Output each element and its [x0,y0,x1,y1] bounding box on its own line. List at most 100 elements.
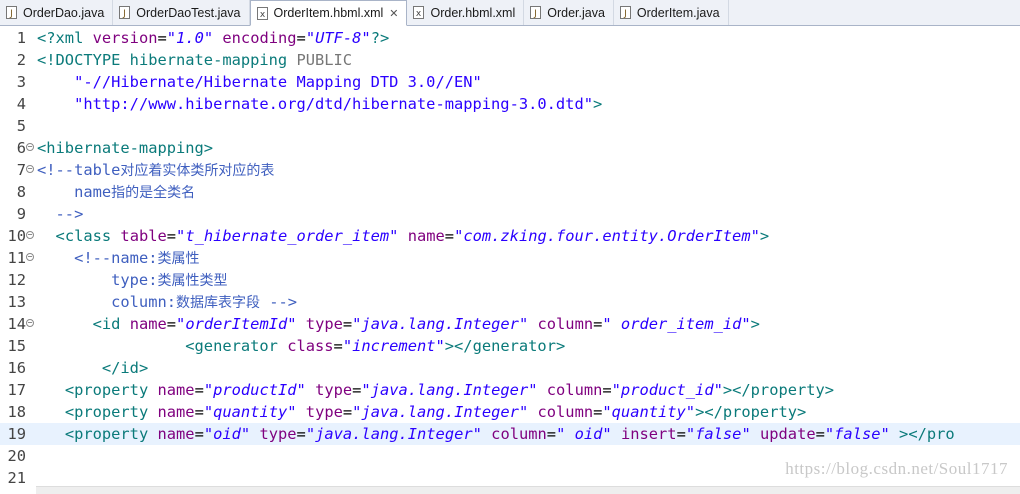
code-token: = [194,425,204,443]
code-line[interactable]: 3 "-//Hibernate/Hibernate Mapping DTD 3.… [0,71,1020,93]
svg-text:x: x [416,9,422,19]
code-token: ></property> [695,403,807,421]
code-token: "java.lang.Integer" [352,315,529,333]
code-token: <!--table [37,161,121,179]
fold-toggle-icon[interactable]: − [26,143,34,151]
code-line[interactable]: 7− <!--table对应着实体类所对应的表 [0,159,1020,181]
code-line[interactable]: 11− <!--name:类属性 [0,247,1020,269]
fold-toggle-icon[interactable]: − [26,319,34,327]
tab-label: Order.java [547,5,605,20]
code-token: 对应着实体类所对应的表 [120,163,275,179]
fold-toggle-icon[interactable]: − [26,165,34,173]
code-token: type [305,315,343,333]
code-token: " order_item_id" [602,315,751,333]
code-token: "com.zking.four.entity.OrderItem" [454,227,760,245]
code-token: "false" [824,425,890,443]
code-token: encoding [222,29,297,47]
code-token: 指的是全类名 [111,185,196,201]
code-line[interactable]: 19 <property name="oid" type="java.lang.… [0,423,1020,445]
code-line[interactable]: 8 name指的是全类名 [0,181,1020,203]
tab-orderitem-hbml-xml[interactable]: x OrderItem.hbml.xml ✕ [249,0,408,26]
code-token: insert [620,425,677,443]
code-line[interactable]: 12 type:类属性类型 [0,269,1020,291]
code-line[interactable]: 2 <!DOCTYPE hibernate-mapping PUBLIC [0,49,1020,71]
code-token: column [537,315,594,333]
code-token: "java.lang.Integer" [361,381,538,399]
code-token: column [491,425,547,443]
tab-order-java[interactable]: J Order.java [524,0,614,25]
line-number: 16 [7,359,26,377]
tab-orderitem-java[interactable]: J OrderItem.java [614,0,729,25]
code-text: <?xml version="1.0" encoding="UTF-8"?> [37,27,389,49]
code-text: </id> [37,357,148,379]
code-line[interactable]: 13 column:数据库表字段 --> [0,291,1020,313]
code-line[interactable]: 6− <hibernate-mapping> [0,137,1020,159]
code-text: <generator class="increment"></generator… [37,335,565,357]
code-token: "t_hibernate_order_item" [176,227,399,245]
code-text: <hibernate-mapping> [37,137,213,159]
code-line[interactable]: 10− <class table="t_hibernate_order_item… [0,225,1020,247]
code-text: name指的是全类名 [37,181,195,204]
code-token: hibernate-mapping [129,51,297,69]
tab-order-hbml-xml[interactable]: x Order.hbml.xml [407,0,525,25]
code-token: type [315,381,353,399]
code-line[interactable]: 15 <generator class="increment"></genera… [0,335,1020,357]
editor-tab-bar: J OrderDao.java J OrderDaoTest.java x OrderIt… [0,0,1020,26]
code-text: <id name="orderItemId" type="java.lang.I… [37,313,760,335]
line-number: 9 [16,205,26,223]
tab-orderdaotest-java[interactable]: J OrderDaoTest.java [113,0,250,25]
code-token: --> [260,293,298,311]
code-token: <class [55,227,121,245]
code-token: = [342,403,353,421]
tab-label: OrderDaoTest.java [136,5,241,20]
tab-label: OrderDao.java [23,5,105,20]
code-line[interactable]: 1 <?xml version="1.0" encoding="UTF-8"?> [0,27,1020,49]
code-token: = [444,227,455,245]
code-token: "productId" [203,381,306,399]
code-token: "quantity" [203,403,297,421]
code-token: <property [64,403,158,421]
code-token: ></generator> [444,337,566,355]
code-text: --> [37,203,84,225]
code-line[interactable]: 17 <property name="productId" type="java… [0,379,1020,401]
code-token: = [546,425,557,443]
code-text: <property name="oid" type="java.lang.Int… [37,423,955,445]
code-token: "java.lang.Integer" [305,425,482,443]
code-editor[interactable]: 1 <?xml version="1.0" encoding="UTF-8"?> 2… [0,27,1020,493]
code-line[interactable]: 14− <id name="orderItemId" type="java.la… [0,313,1020,335]
code-line[interactable]: 9 --> [0,203,1020,225]
code-token: = [194,403,204,421]
code-token: ></pro [899,425,955,443]
code-token: column [546,381,603,399]
line-number: 3 [16,73,26,91]
code-token: name [407,227,445,245]
code-token: </id> [101,359,149,377]
code-token: = [157,29,167,47]
code-token: name [157,425,195,443]
code-line[interactable]: 16 </id> [0,357,1020,379]
fold-toggle-icon[interactable]: − [26,231,34,239]
code-token: 类属性类型 [157,273,228,289]
code-token: class [287,337,334,355]
code-text: "http://www.hibernate.org/dtd/hibernate-… [37,93,602,115]
code-token: update [760,425,816,443]
close-icon[interactable]: ✕ [389,7,398,20]
fold-toggle-icon[interactable]: − [26,253,34,261]
code-line[interactable]: 5 [0,115,1020,137]
code-token: table [120,227,167,245]
code-text: <property name="quantity" type="java.lan… [37,401,806,423]
code-token: "false" [685,425,751,443]
code-token: name [157,403,195,421]
code-line[interactable]: 18 <property name="quantity" type="java.… [0,401,1020,423]
tab-orderdao-java[interactable]: J OrderDao.java [0,0,114,25]
code-token: "UTF-8" [305,29,371,47]
line-number: 12 [7,271,26,289]
code-token: "oid" [203,425,251,443]
code-line[interactable]: 4 "http://www.hibernate.org/dtd/hibernat… [0,93,1020,115]
